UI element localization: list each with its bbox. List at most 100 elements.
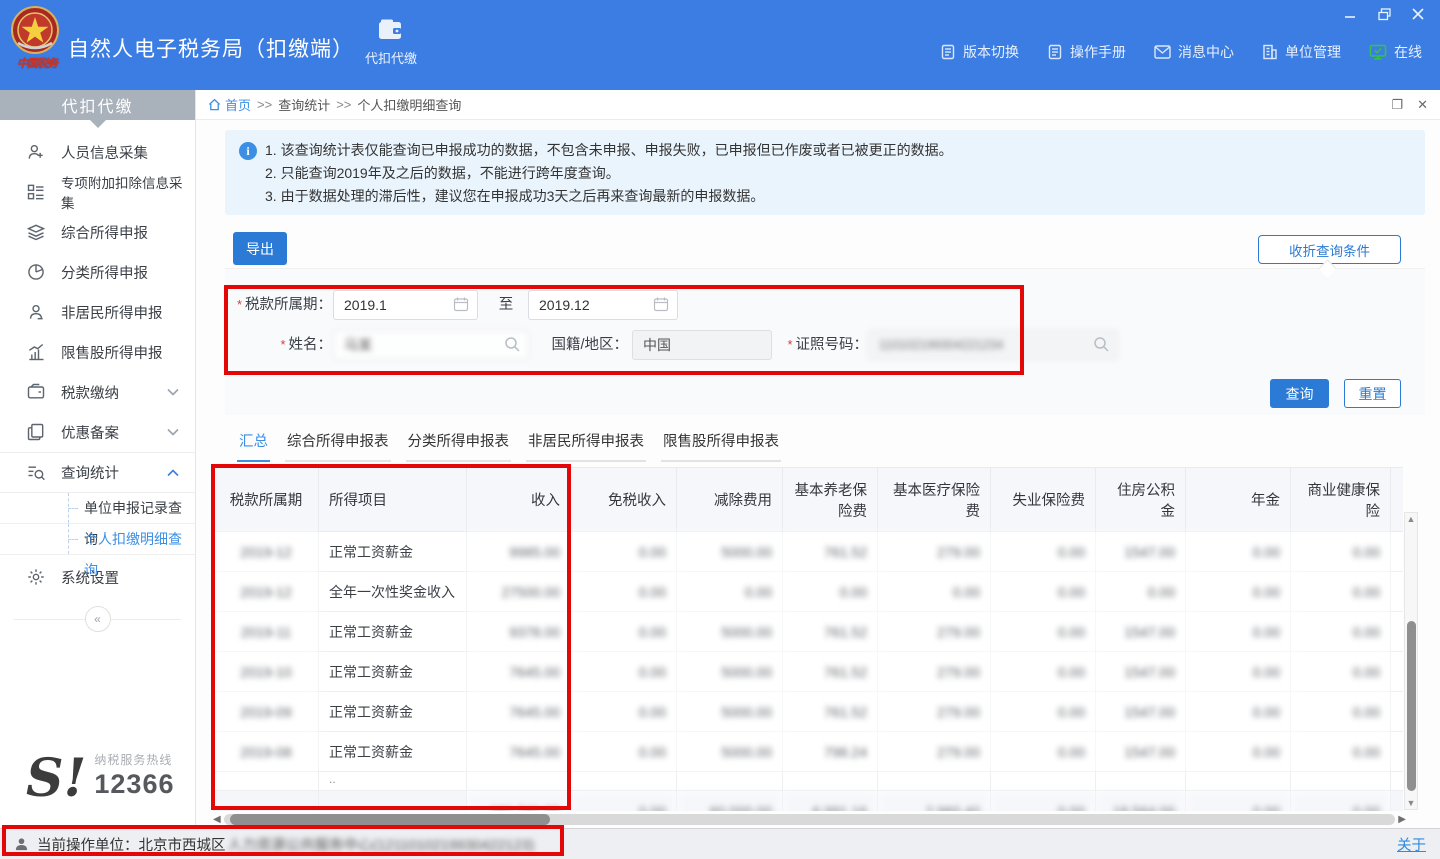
panel-maximize-icon[interactable]: ❐ [1391, 97, 1403, 113]
sidebar-item-restricted-shares[interactable]: 限售股所得申报 [0, 332, 195, 372]
search-icon[interactable] [504, 336, 522, 354]
sidebar-item-tax-payment[interactable]: 税款缴纳 [0, 372, 195, 412]
sidebar-menu: 人员信息采集 专项附加扣除信息采集 综合所得申报 分类所得申报 非居民所得申报 … [0, 132, 195, 639]
table-cell [1096, 772, 1186, 791]
menu-manual[interactable]: 操作手册 [1047, 42, 1126, 62]
submenu-unit-declaration-query[interactable]: 单位申报记录查询 [0, 493, 195, 524]
collapse-query-button[interactable]: 收折查询条件 [1258, 235, 1401, 264]
chevron-down-icon [167, 388, 179, 396]
vertical-scroll-thumb[interactable] [1407, 621, 1416, 791]
table-row[interactable]: 2019-12正常工资薪金9985.000.005000.00761.52279… [214, 532, 1404, 572]
table-cell: 27500.00 [467, 572, 571, 612]
minimize-icon[interactable] [1338, 4, 1362, 24]
nationality-input[interactable] [632, 330, 772, 360]
sidebar-item-query-statistics[interactable]: 查询统计 [0, 452, 195, 492]
tab-summary[interactable]: 汇总 [237, 430, 270, 462]
table-cell: 2019-08 [214, 732, 319, 772]
table-cell: 正常工资薪金 [319, 612, 467, 652]
wallet-icon [26, 382, 46, 402]
calendar-icon[interactable] [653, 296, 671, 314]
person-icon [14, 837, 29, 852]
table-row[interactable]: ----161,741.000.0060,000.006,991.162,960… [214, 791, 1404, 812]
table-cell: 5000.00 [677, 612, 783, 652]
tab-nonresident-income[interactable]: 非居民所得申报表 [526, 430, 646, 462]
sidebar-item-nonresident-income[interactable]: 非居民所得申报 [0, 292, 195, 332]
sidebar-item-comprehensive-income[interactable]: 综合所得申报 [0, 212, 195, 252]
tab-restricted-shares[interactable]: 限售股所得申报表 [661, 430, 781, 462]
table-row[interactable]: 2019-09正常工资薪金7645.000.005000.00761.52279… [214, 692, 1404, 732]
table-cell: 0.00 [677, 572, 783, 612]
table-cell: 7645.00 [467, 732, 571, 772]
menu-message-center[interactable]: 消息中心 [1154, 42, 1234, 62]
breadcrumb-home[interactable]: 首页 [208, 95, 251, 114]
tab-comprehensive-income[interactable]: 综合所得申报表 [285, 430, 391, 462]
hotline-logo: S! 纳税服务热线 12366 [26, 751, 174, 800]
table-cell: 2,960.40 [878, 791, 991, 812]
scroll-left-icon[interactable]: ◀ [213, 813, 221, 826]
table-cell: 279.00 [878, 732, 991, 772]
calendar-icon[interactable] [453, 296, 471, 314]
sidebar-item-classified-income[interactable]: 分类所得申报 [0, 252, 195, 292]
name-input[interactable] [333, 330, 529, 360]
notice-line-2: 2. 只能查询2019年及之后的数据，不能进行跨年度查询。 [265, 162, 1411, 185]
online-status-label: 在线 [1394, 42, 1422, 62]
hotline-glyph: S! [26, 758, 86, 800]
sidebar-collapse-icon[interactable]: « [85, 606, 111, 632]
sidebar-item-label: 系统设置 [61, 567, 119, 588]
menu-unit-management[interactable]: 单位管理 [1262, 42, 1341, 62]
table-cell [1391, 732, 1404, 772]
table-cell: 0.00 [571, 692, 677, 732]
table-cell: 0.00 [1186, 612, 1291, 652]
sidebar-item-special-deduction[interactable]: 专项附加扣除信息采集 [0, 172, 195, 212]
menu-version-switch[interactable]: 版本切换 [940, 42, 1019, 62]
column-header: 基本养老保险费 [783, 468, 878, 532]
horizontal-scroll-thumb[interactable] [230, 814, 550, 825]
export-button[interactable]: 导出 [233, 232, 287, 265]
query-button[interactable]: 查询 [1270, 379, 1329, 408]
horizontal-scrollbar[interactable]: ◀ ▶ [213, 813, 1406, 826]
table-cell: 0.00 [571, 652, 677, 692]
table-cell: 0.00 [991, 652, 1096, 692]
sidebar-item-preference-filing[interactable]: 优惠备案 [0, 412, 195, 452]
horizontal-scroll-track[interactable] [224, 814, 1396, 825]
table-cell: 761.52 [783, 612, 878, 652]
menu-message-center-label: 消息中心 [1178, 42, 1234, 62]
table-row[interactable]: 2019-08正常工资薪金7645.000.005000.00798.24279… [214, 732, 1404, 772]
national-emblem-icon [10, 5, 60, 55]
table-cell: 1547.00 [1096, 692, 1186, 732]
about-link[interactable]: 关于 [1397, 834, 1426, 855]
online-status[interactable]: 在线 [1369, 42, 1422, 62]
breadcrumb-section[interactable]: 查询统计 [278, 95, 330, 114]
table-cell: 0.00 [1186, 652, 1291, 692]
submenu-personal-withholding-query[interactable]: 个人扣缴明细查询 [0, 524, 195, 555]
tab-classified-income[interactable]: 分类所得申报表 [406, 430, 512, 462]
table-cell: 0.00 [1291, 692, 1391, 732]
tab-withholding[interactable]: 代扣代缴 [348, 18, 434, 67]
table-cell: 0.00 [991, 791, 1096, 812]
table-cell: 6,991.16 [783, 791, 878, 812]
table-row[interactable]: 2019-10正常工资薪金7645.000.005000.00761.52279… [214, 652, 1404, 692]
table-cell: 18,564.00 [1096, 791, 1186, 812]
close-icon[interactable] [1406, 4, 1430, 24]
restore-icon[interactable] [1372, 4, 1396, 24]
id-number-input[interactable] [868, 330, 1118, 360]
sidebar-item-system-settings[interactable]: 系统设置 [0, 555, 195, 599]
table-cell: 9378.00 [467, 612, 571, 652]
scroll-down-icon[interactable]: ▼ [1405, 797, 1417, 809]
search-icon[interactable] [1093, 336, 1111, 354]
table-row[interactable]: .. [214, 772, 1404, 791]
scroll-up-icon[interactable]: ▲ [1405, 513, 1417, 525]
vertical-scrollbar[interactable]: ▲ ▼ [1404, 512, 1418, 810]
table-row[interactable]: 2019-11正常工资薪金9378.000.005000.00761.52279… [214, 612, 1404, 652]
sidebar-collapse-row: « [0, 599, 195, 639]
building-icon [1262, 44, 1278, 60]
table-cell: 1547.00 [1096, 612, 1186, 652]
table-row[interactable]: 2019-12全年一次性奖金收入27500.000.000.000.000.00… [214, 572, 1404, 612]
sidebar-item-personnel-info[interactable]: 人员信息采集 [0, 132, 195, 172]
reset-button[interactable]: 重置 [1344, 379, 1401, 408]
panel-close-icon[interactable]: ✕ [1417, 97, 1428, 113]
table-cell [783, 772, 878, 791]
table-cell: 0.00 [1291, 572, 1391, 612]
scroll-right-icon[interactable]: ▶ [1398, 813, 1406, 826]
title-bar: 中国税务 自然人电子税务局（扣缴端） 代扣代缴 版本切换 操作手册 [0, 0, 1440, 90]
